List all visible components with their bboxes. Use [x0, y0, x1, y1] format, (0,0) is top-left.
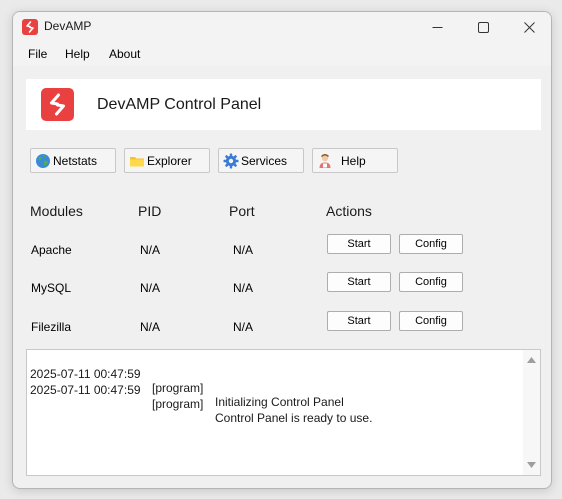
services-label: Services [241, 154, 288, 168]
log-source: [program] [152, 381, 204, 395]
menu-bar: File Help About [13, 42, 551, 66]
log-line: 2025-07-11 00:47:59 [program] Control Pa… [30, 369, 372, 439]
config-filezilla-button[interactable]: Config [399, 311, 463, 331]
close-button[interactable] [506, 12, 551, 42]
column-header-pid: PID [138, 203, 162, 219]
module-port-filezilla: N/A [233, 320, 254, 334]
header-panel: DevAMP Control Panel [26, 79, 541, 130]
start-filezilla-button[interactable]: Start [327, 311, 391, 331]
log-message: Initializing Control Panel [215, 395, 344, 409]
start-mysql-button[interactable]: Start [327, 272, 391, 292]
help-label: Help [341, 154, 366, 168]
start-apache-button[interactable]: Start [327, 234, 391, 254]
app-logo-icon [22, 19, 38, 35]
menu-help[interactable]: Help [65, 47, 90, 61]
menu-file[interactable]: File [28, 47, 47, 61]
module-name-apache: Apache [31, 243, 72, 257]
minimize-icon [432, 27, 443, 28]
log-source: [program] [152, 397, 204, 411]
module-port-mysql: N/A [233, 281, 254, 295]
help-person-icon [319, 154, 331, 168]
scroll-down-icon[interactable] [527, 462, 536, 468]
globe-icon [36, 154, 50, 168]
module-name-mysql: MySQL [31, 281, 72, 295]
app-logo-icon [41, 88, 74, 121]
page-title: DevAMP Control Panel [97, 96, 262, 113]
gear-icon [223, 153, 239, 169]
module-port-apache: N/A [233, 243, 254, 257]
log-output[interactable]: 2025-07-11 00:47:59 [program] Initializi… [26, 349, 541, 476]
close-icon [524, 22, 535, 33]
log-timestamp: 2025-07-11 00:47:59 [30, 383, 141, 397]
netstats-button[interactable]: Netstats [30, 148, 116, 173]
column-header-actions: Actions [326, 203, 372, 219]
log-scrollbar[interactable] [523, 350, 540, 475]
config-apache-button[interactable]: Config [399, 234, 463, 254]
scroll-up-icon[interactable] [527, 357, 536, 363]
app-window: DevAMP File Help About DevAMP Control Pa… [12, 11, 552, 489]
help-button[interactable]: Help [312, 148, 398, 173]
menu-about[interactable]: About [109, 47, 140, 61]
maximize-icon [478, 22, 489, 33]
netstats-label: Netstats [53, 154, 98, 168]
module-name-filezilla: Filezilla [31, 320, 72, 334]
column-header-modules: Modules [30, 203, 83, 219]
maximize-button[interactable] [460, 12, 506, 42]
folder-icon [130, 157, 144, 167]
column-header-port: Port [229, 203, 255, 219]
config-mysql-button[interactable]: Config [399, 272, 463, 292]
module-pid-filezilla: N/A [140, 320, 161, 334]
explorer-label: Explorer [147, 154, 192, 168]
title-bar[interactable]: DevAMP [13, 12, 551, 42]
module-pid-mysql: N/A [140, 281, 161, 295]
window-title: DevAMP [44, 19, 92, 33]
log-message: Control Panel is ready to use. [215, 411, 373, 425]
minimize-button[interactable] [414, 12, 460, 42]
module-pid-apache: N/A [140, 243, 161, 257]
services-button[interactable]: Services [218, 148, 304, 173]
explorer-button[interactable]: Explorer [124, 148, 210, 173]
